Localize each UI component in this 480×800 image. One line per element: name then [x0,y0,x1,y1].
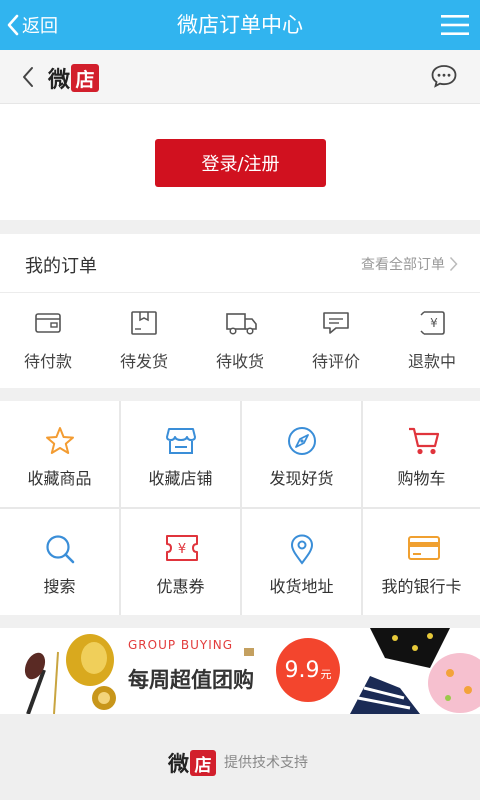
order-status-pending-review[interactable]: 待评价 [288,294,384,388]
tech-support-text: 提供技术支持 [224,755,308,771]
order-status-label: 待收货 [215,352,264,371]
chevron-left-icon[interactable] [18,64,40,90]
grid-item-label: 搜索 [43,577,76,596]
grid-item-search[interactable]: 搜索 [0,509,119,615]
menu-icon[interactable] [440,12,470,38]
package-icon [131,311,157,335]
order-status-label: 待评价 [311,352,360,371]
grid-item-label: 收货地址 [269,577,334,596]
weidian-logo: 微 店 [48,62,100,94]
logo-text-part1: 微 [48,68,71,93]
login-section: 登录/注册 [0,104,480,220]
grid-item-coupons[interactable]: ¥ 优惠券 [121,509,240,615]
store-icon [166,428,196,454]
logo-text-part2: 店 [190,750,216,776]
compass-icon [288,427,316,455]
weidian-footer-logo: 微 店 [168,748,216,778]
comment-icon [323,312,349,334]
order-status-label: 待发货 [119,352,168,371]
search-icon [46,535,75,564]
grid-item-favorite-stores[interactable]: 收藏店铺 [121,401,240,507]
grid-item-favorite-goods[interactable]: 收藏商品 [0,401,119,507]
grid-item-shipping-address[interactable]: 收货地址 [242,509,361,615]
grid-item-bank-cards[interactable]: 我的银行卡 [363,509,480,615]
order-status-row: 待付款 待发货 待收货 待评价 ¥ 退款中 [0,294,480,388]
order-status-refunding[interactable]: ¥ 退款中 [384,294,480,388]
banner-chinese-title: 每周超值团购 [128,668,254,692]
grid-item-label: 购物车 [397,469,446,488]
view-all-orders-link[interactable]: 查看全部订单 [361,254,458,274]
my-orders-section: 我的订单 查看全部订单 待付款 待发货 待收货 待评价 ¥ 退款中 [0,234,480,388]
orders-title: 我的订单 [25,256,97,277]
order-status-pending-payment[interactable]: 待付款 [0,294,96,388]
svg-text:¥: ¥ [178,542,186,557]
star-icon [46,427,74,454]
banner-english-title: GROUP BUYING [128,638,234,652]
location-icon [290,534,314,565]
grid-item-label: 收藏店铺 [148,469,213,488]
refund-icon: ¥ [420,311,445,335]
top-bar: 返回 微店订单中心 [0,0,480,50]
chat-icon[interactable] [430,63,458,89]
bank-card-icon [408,536,440,560]
view-all-label: 查看全部订单 [361,257,445,273]
page-title: 微店订单中心 [177,13,303,37]
cart-icon [409,427,440,455]
wallet-icon [35,313,61,333]
grid-item-label: 我的银行卡 [381,577,462,596]
orders-header: 我的订单 查看全部订单 [0,234,480,293]
logo-text-part1: 微 [168,752,189,776]
chevron-right-icon [449,256,458,272]
grid-item-label: 发现好货 [269,469,334,488]
order-status-label: 待付款 [23,352,72,371]
price-badge: 9.9 元 [276,638,340,702]
sub-header: 微 店 [0,50,480,104]
price-value: 9.9 [284,657,320,683]
order-status-pending-shipment[interactable]: 待发货 [96,294,192,388]
grid-item-discover[interactable]: 发现好货 [242,401,361,507]
grid-item-label: 优惠券 [156,577,205,596]
price-unit: 元 [320,668,332,681]
order-status-label: 退款中 [407,352,456,371]
function-grid: 收藏商品 收藏店铺 发现好货 购物车 搜索 ¥ 优惠券 收货地址 我的银行卡 [0,401,480,615]
svg-text:¥: ¥ [430,316,438,330]
footer: 微 店 提供技术支持 [0,714,480,800]
order-status-pending-receipt[interactable]: 待收货 [192,294,288,388]
login-register-button[interactable]: 登录/注册 [155,139,326,187]
truck-icon [226,313,257,335]
grid-item-label: 收藏商品 [27,469,92,488]
logo-text-part2: 店 [71,64,100,92]
coupon-icon: ¥ [166,535,198,561]
grid-item-cart[interactable]: 购物车 [363,401,480,507]
group-buying-banner[interactable]: GROUP BUYING 每周超值团购 9.9 元 [0,628,480,714]
